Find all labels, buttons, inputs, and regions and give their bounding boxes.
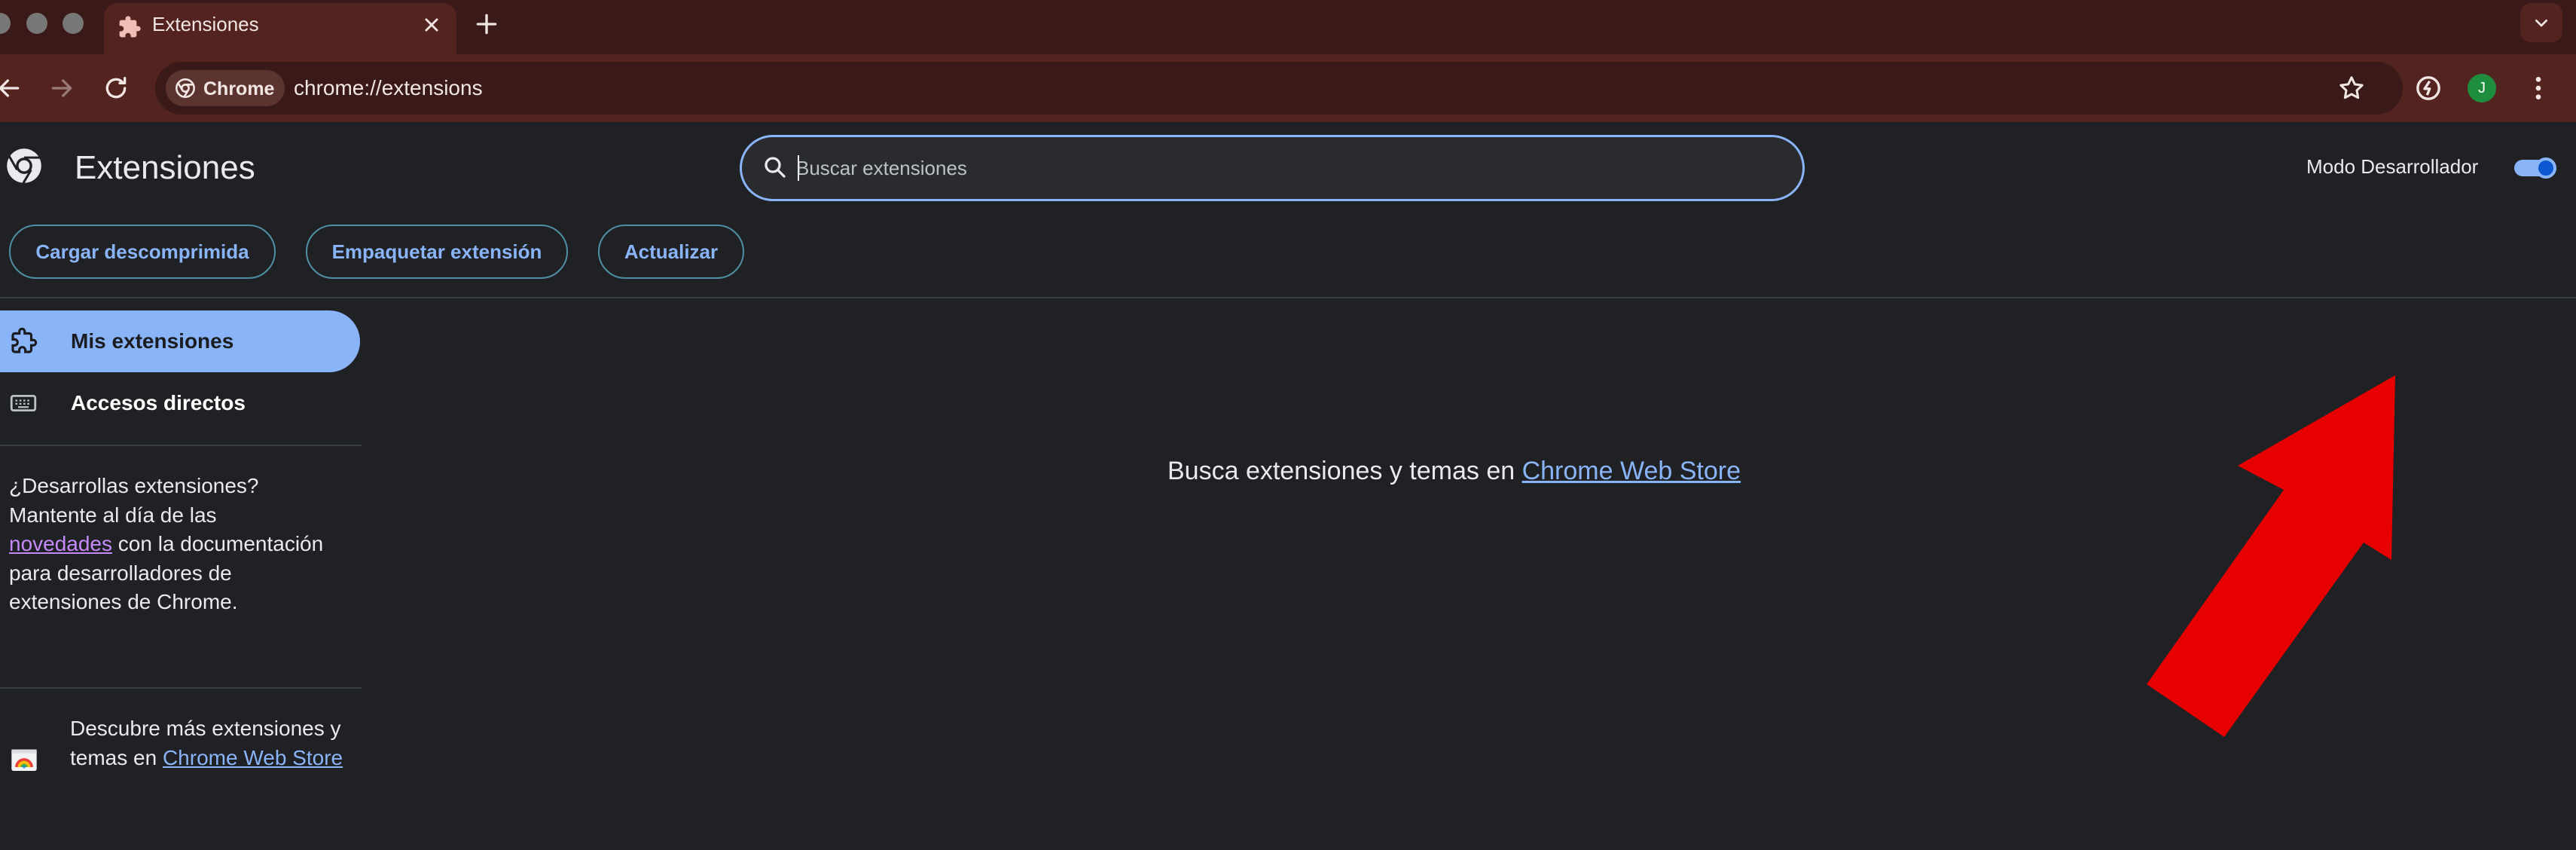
extensions-page: Extensiones Modo Desarrollador Cargar de… bbox=[0, 122, 2576, 850]
sidebar-store-link[interactable]: Chrome Web Store bbox=[163, 746, 343, 769]
empty-state-message: Busca extensiones y temas en Chrome Web … bbox=[1167, 457, 1741, 486]
tab-search-button[interactable] bbox=[2520, 3, 2562, 42]
search-icon bbox=[765, 157, 786, 178]
update-button[interactable]: Actualizar bbox=[598, 225, 744, 279]
toolbar: Chrome chrome://extensions J bbox=[0, 54, 2576, 122]
profile-avatar[interactable]: J bbox=[2468, 74, 2496, 102]
close-icon[interactable] bbox=[419, 12, 444, 38]
window-close-button[interactable] bbox=[0, 13, 11, 34]
sidebar-item-shortcuts[interactable]: Accesos directos bbox=[0, 372, 360, 434]
site-info-chip[interactable]: Chrome bbox=[166, 70, 285, 106]
performance-icon[interactable] bbox=[2413, 73, 2443, 103]
url-text[interactable]: chrome://extensions bbox=[294, 76, 483, 100]
sidebar-item-label: Mis extensiones bbox=[71, 329, 234, 353]
annotation-arrow bbox=[2147, 375, 2395, 737]
puzzle-icon bbox=[119, 16, 141, 38]
tab-extensions[interactable]: Extensiones bbox=[104, 3, 456, 54]
pack-extension-button[interactable]: Empaquetar extensión bbox=[306, 225, 568, 279]
sidebar-divider bbox=[0, 445, 362, 446]
keyboard-icon bbox=[10, 394, 37, 412]
chrome-icon bbox=[175, 78, 195, 98]
load-unpacked-button[interactable]: Cargar descomprimida bbox=[9, 225, 276, 279]
search-input[interactable] bbox=[796, 151, 1775, 185]
forward-icon[interactable] bbox=[47, 73, 77, 103]
more-vert-icon[interactable] bbox=[2523, 73, 2553, 103]
store-promo-text: Descubre más extensiones y temas en Chro… bbox=[70, 714, 356, 772]
star-icon[interactable] bbox=[2336, 73, 2367, 103]
chevron-down-icon bbox=[2535, 20, 2547, 27]
search-box[interactable] bbox=[740, 135, 1805, 201]
sidebar-divider bbox=[0, 687, 362, 689]
back-icon[interactable] bbox=[0, 73, 24, 103]
empty-state-text: Busca extensiones y temas en bbox=[1167, 457, 1522, 485]
tab-title: Extensiones bbox=[152, 13, 259, 35]
text-caret bbox=[798, 155, 799, 181]
developer-info-text: ¿Desarrollas extensiones? Mantente al dí… bbox=[9, 472, 325, 617]
developer-mode-label: Modo Desarrollador bbox=[2306, 155, 2479, 178]
header-divider bbox=[0, 297, 2576, 298]
news-link[interactable]: novedades bbox=[9, 532, 112, 555]
developer-mode-toggle[interactable] bbox=[2514, 157, 2556, 179]
sidebar-item-label: Accesos directos bbox=[71, 391, 246, 414]
extension-icon bbox=[11, 327, 38, 353]
toggle-knob bbox=[2535, 157, 2556, 179]
reload-icon[interactable] bbox=[101, 73, 131, 103]
main-store-link[interactable]: Chrome Web Store bbox=[1522, 457, 1741, 485]
web-store-icon bbox=[11, 749, 37, 771]
page-title: Extensiones bbox=[75, 149, 255, 186]
window-zoom-button[interactable] bbox=[63, 13, 84, 34]
tab-strip: Extensiones bbox=[0, 0, 2576, 54]
sidebar-item-my-extensions[interactable]: Mis extensiones bbox=[0, 310, 360, 372]
developer-info-part: ¿Desarrollas extensiones? Mantente al dí… bbox=[9, 474, 259, 527]
window-minimize-button[interactable] bbox=[26, 13, 47, 34]
address-bar[interactable]: Chrome chrome://extensions bbox=[155, 62, 2403, 115]
chip-label: Chrome bbox=[203, 78, 275, 99]
chrome-logo-icon bbox=[7, 148, 41, 185]
new-tab-icon[interactable] bbox=[472, 9, 502, 39]
